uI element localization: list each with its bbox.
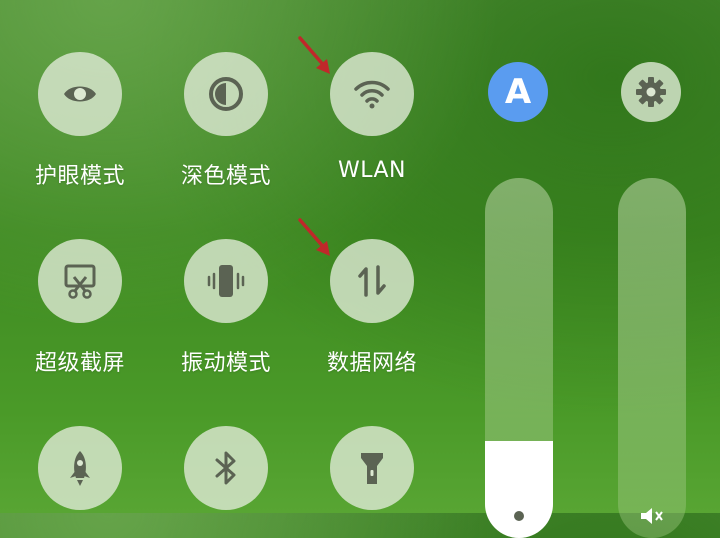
rocket-icon [70,451,90,486]
screenshot-icon [64,264,96,299]
vibrate-icon [207,265,245,297]
tile-button[interactable] [330,239,414,323]
volume-icon [641,508,663,524]
auto-brightness-icon: A [504,72,532,112]
mobile-data-icon [358,265,386,297]
flashlight-icon [361,453,383,484]
tile-rocket[interactable] [20,426,140,510]
volume-slider[interactable] [618,178,686,538]
tile-dark-mode[interactable]: 深色模式 [166,52,286,190]
tile-label: 深色模式 [180,164,271,189]
bluetooth-icon [215,451,236,485]
tile-eye-protection[interactable]: 护眼模式 [20,52,140,190]
tile-button[interactable] [38,52,122,136]
tile-label: 数据网络 [326,351,417,376]
tile-bluetooth[interactable] [166,426,286,510]
tile-button[interactable] [184,426,268,510]
tile-flashlight[interactable] [312,426,432,510]
tile-button[interactable] [330,426,414,510]
tile-super-screenshot[interactable]: 超级截屏 [20,239,140,377]
settings-button[interactable] [621,62,681,122]
tile-label: 护眼模式 [34,164,125,189]
auto-brightness-button[interactable]: A [488,62,548,122]
tile-button[interactable] [38,239,122,323]
brightness-icon [514,511,524,521]
red-arrow-icon [298,36,330,74]
tile-button[interactable] [330,52,414,136]
red-arrow-icon [298,218,330,256]
tile-button[interactable] [184,52,268,136]
tile-button[interactable] [38,426,122,510]
tile-label: 振动模式 [180,351,271,376]
brightness-slider[interactable] [485,178,553,538]
tile-label: WLAN [337,158,407,183]
tile-vibrate-mode[interactable]: 振动模式 [166,239,286,377]
tile-button[interactable] [184,239,268,323]
dark-mode-icon [209,77,243,111]
wifi-icon [354,80,390,109]
eye-icon [64,86,96,102]
tile-label: 超级截屏 [34,351,125,376]
gear-icon [636,77,666,107]
